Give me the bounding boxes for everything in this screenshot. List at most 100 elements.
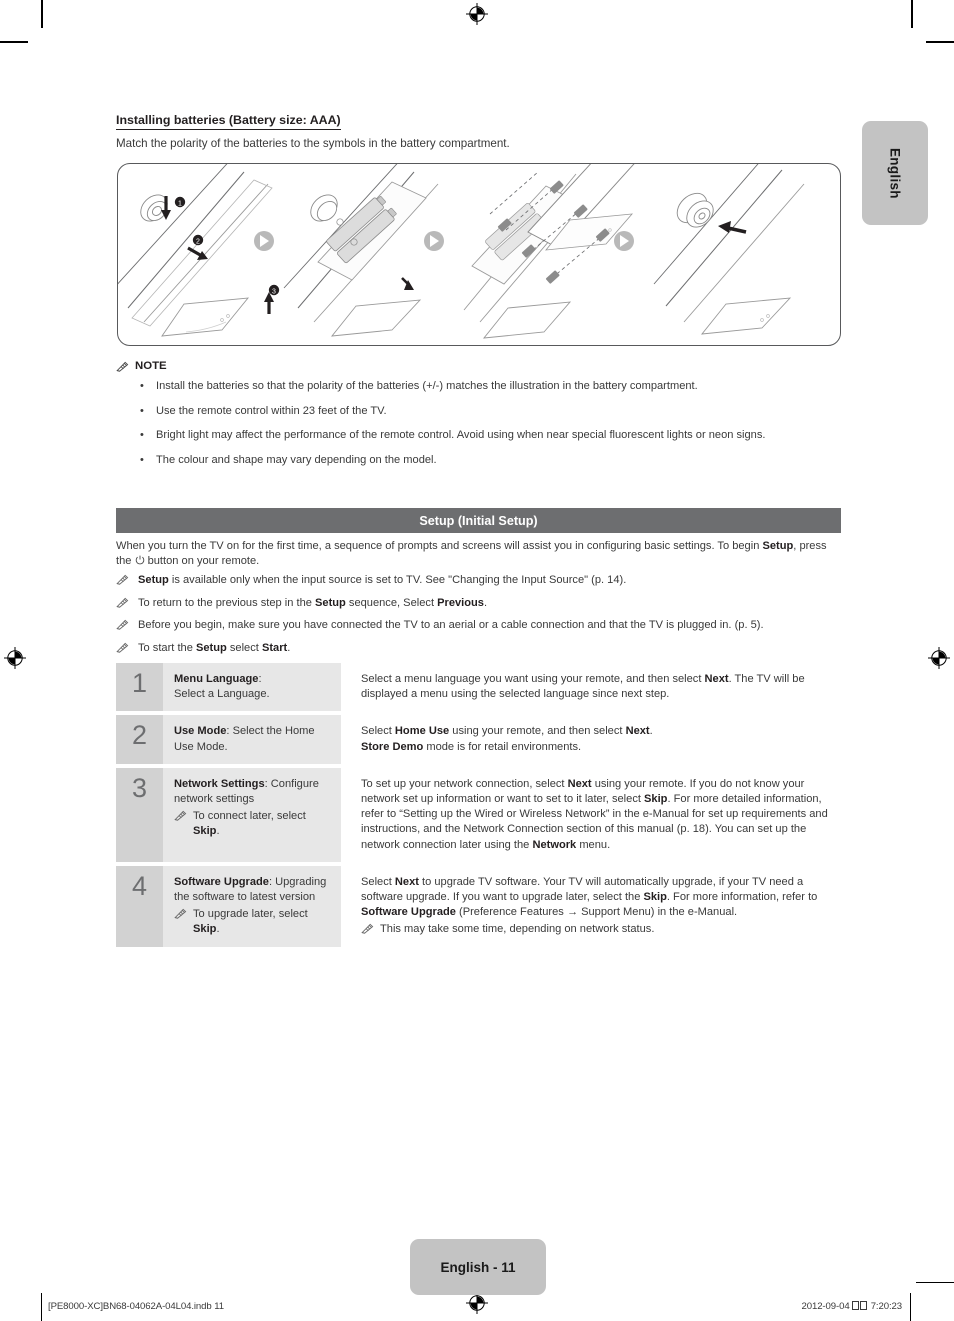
setup-step-label-note-text: To upgrade later, select Skip. xyxy=(193,907,331,937)
body-text: . xyxy=(483,596,488,609)
note-item-text: Install the batteries so that the polari… xyxy=(156,380,698,392)
body-text: Select a menu language you want using yo… xyxy=(361,673,705,685)
body-text: . For more information, refer to xyxy=(666,891,818,904)
body-text: Select a Language. xyxy=(174,688,270,701)
body-text: To connect later, select xyxy=(193,810,306,823)
bullet-icon: • xyxy=(140,404,144,417)
setup-step-description: To set up your network connection, selec… xyxy=(341,768,842,862)
body-text: To return to the previous step in the xyxy=(138,596,315,609)
setup-step-label: Software Upgrade: Upgrading the software… xyxy=(163,865,341,947)
note-item: • The colour and shape may vary depending… xyxy=(140,454,830,467)
svg-text:1: 1 xyxy=(178,200,182,207)
note-item: • Bright light may affect the performance… xyxy=(140,429,830,442)
setup-step-label: Network Settings: Configure network sett… xyxy=(163,767,341,862)
body-text: button on your remote. xyxy=(144,555,260,568)
footer-time: 7:20:23 xyxy=(868,1301,902,1312)
setup-step-row: 1 Menu Language: Select a Language. Select … xyxy=(116,663,842,712)
setup-step-number: 2 xyxy=(116,715,163,764)
power-icon xyxy=(135,555,145,570)
emphasis-text: Store Demo xyxy=(361,740,424,753)
body-text: . xyxy=(216,825,220,838)
body-text: To upgrade later, select xyxy=(193,908,308,921)
bullet-icon: • xyxy=(140,380,144,392)
note-pencil-icon xyxy=(116,596,138,608)
setup-step-description-note: This may take some time, depending on ne… xyxy=(361,922,842,937)
setup-step-description-text: Select Home Use using your remote, and t… xyxy=(361,724,842,754)
crop-mark-top-left-vertical xyxy=(41,0,43,28)
note-list: • Install the batteries so that the polar… xyxy=(140,380,830,478)
setup-step-label-text: Network Settings: Configure network sett… xyxy=(174,777,331,807)
setup-step-description-text: Select a menu language you want using yo… xyxy=(361,672,842,702)
footer-rule-right xyxy=(916,1282,954,1284)
registration-mark-right xyxy=(928,647,950,669)
setup-step-label-note: To upgrade later, select Skip. xyxy=(174,907,331,937)
page-number-label: English - 11 xyxy=(440,1259,516,1275)
body-text: select xyxy=(226,641,262,654)
emphasis-text: Home Use xyxy=(394,725,450,738)
manual-page: English Installing batteries (Battery si… xyxy=(0,0,954,1321)
emphasis-text: Software Upgrade xyxy=(361,906,456,919)
setup-step-label-note: To connect later, select Skip. xyxy=(174,809,331,839)
setup-step-number: 4 xyxy=(116,865,163,947)
emphasis-text: Next xyxy=(704,673,729,685)
emphasis-text: Skip xyxy=(644,793,668,806)
body-text: . xyxy=(216,923,220,936)
setup-tip-list: Setup is available only when the input s… xyxy=(116,573,842,663)
setup-step-description: Select Next to upgrade TV software. Your… xyxy=(341,866,842,947)
emphasis-text: Next xyxy=(567,777,592,790)
registration-mark-left xyxy=(4,647,26,669)
emphasis-text: Setup xyxy=(762,540,794,552)
setup-tip-text: Setup is available only when the input s… xyxy=(138,573,626,587)
missing-glyph-box xyxy=(852,1301,860,1310)
body-text: Select xyxy=(361,725,395,738)
body-text: . xyxy=(287,641,291,654)
illustration-arrow-3 xyxy=(614,231,634,251)
footer-date: 2012-09-04 xyxy=(801,1301,853,1312)
note-pencil-icon xyxy=(116,618,138,630)
svg-text:3: 3 xyxy=(272,288,276,295)
body-text: menu. xyxy=(576,838,611,851)
registration-mark-top xyxy=(466,3,488,25)
note-pencil-icon xyxy=(174,809,193,821)
note-item-text: Use the remote control within 23 feet of… xyxy=(156,404,387,417)
note-pencil-icon xyxy=(116,641,138,653)
setup-step-label: Menu Language: Select a Language. xyxy=(163,663,341,712)
setup-step-number: 3 xyxy=(116,767,163,862)
svg-text:2: 2 xyxy=(196,238,200,245)
emphasis-text: Skip xyxy=(643,891,667,904)
setup-step-description-text: Select Next to upgrade TV software. Your… xyxy=(361,875,842,921)
emphasis-text: Next xyxy=(625,725,650,738)
setup-step-description-note-text: This may take some time, depending on ne… xyxy=(380,922,842,937)
setup-step-label-note-text: To connect later, select Skip. xyxy=(193,809,331,839)
emphasis-text: Previous xyxy=(437,596,484,609)
note-heading-label: NOTE xyxy=(135,360,167,372)
emphasis-text: Setup xyxy=(195,641,227,654)
note-pencil-icon xyxy=(174,907,193,919)
setup-step-label-text: Software Upgrade: Upgrading the software… xyxy=(174,875,331,905)
setup-tip-text: Before you begin, make sure you have con… xyxy=(138,618,764,632)
setup-steps-table: 1 Menu Language: Select a Language. Select … xyxy=(116,663,842,951)
setup-section-title: Setup (Initial Setup) xyxy=(419,513,538,528)
setup-step-description-text: To set up your network connection, selec… xyxy=(361,777,842,853)
footer-file-name: [PE8000-XC]BN68-04062A-04L04.indb 11 xyxy=(48,1301,224,1312)
emphasis-text: Start xyxy=(261,641,288,654)
footer-timestamp: 2012-09-04 7:20:23 xyxy=(801,1301,902,1312)
setup-tip-text: To start the Setup select Start. xyxy=(138,641,290,655)
emphasis-text: Setup xyxy=(315,596,346,609)
illustration-step-4 xyxy=(653,164,805,335)
note-pencil-icon xyxy=(116,573,138,585)
body-text: To set up your network connection, selec… xyxy=(361,777,568,790)
setup-section-header: Setup (Initial Setup) xyxy=(116,508,841,533)
note-item: • Install the batteries so that the polar… xyxy=(140,380,830,393)
illustration-arrow-1 xyxy=(254,231,274,251)
setup-tip-text: To return to the previous step in the Se… xyxy=(138,596,487,610)
crop-mark-top-right-vertical xyxy=(911,0,913,28)
emphasis-text: Setup xyxy=(138,574,169,586)
note-item-text: The colour and shape may vary depending … xyxy=(156,453,437,466)
setup-step-description: Select Home Use using your remote, and t… xyxy=(341,715,842,763)
footer-rule-vertical xyxy=(910,1293,912,1321)
remote-control-battery-diagram: 1 2 3 xyxy=(118,164,805,339)
crop-mark-top-right-horizontal xyxy=(926,41,954,43)
body-text: is available only when the input source … xyxy=(168,574,627,586)
emphasis-text: Skip xyxy=(193,923,217,936)
